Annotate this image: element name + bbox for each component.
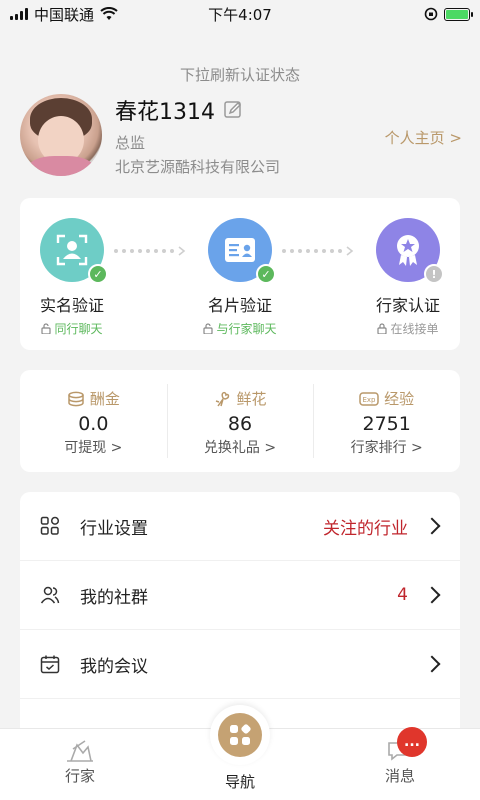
check-icon: ✓	[256, 264, 276, 284]
message-badge[interactable]: ...	[397, 727, 427, 757]
menu-label: 我的社群	[80, 587, 148, 608]
lock-icon	[377, 323, 388, 334]
svg-text:Exp: Exp	[363, 396, 377, 404]
calendar-icon	[40, 655, 60, 674]
stat-value: 0.0	[78, 413, 109, 435]
verify-label: 实名验证	[39, 296, 104, 315]
progress-arrow	[114, 246, 186, 256]
menu-value: 关注的行业	[323, 518, 408, 539]
personal-homepage-link[interactable]: 个人主页 >	[385, 127, 462, 148]
tab-experts[interactable]: 行家	[52, 737, 108, 786]
navigation-grid-icon	[230, 724, 251, 745]
community-icon	[40, 586, 60, 604]
stat-value: 2751	[362, 413, 411, 435]
tab-label: 行家	[64, 767, 95, 785]
tab-navigation-label[interactable]: 导航	[212, 771, 268, 792]
menu-industry-settings[interactable]: 行业设置 关注的行业	[20, 492, 460, 561]
flower-icon	[215, 391, 229, 406]
pending-icon: !	[424, 264, 444, 284]
stat-link[interactable]: 兑换礼品 >	[167, 437, 314, 457]
menu-label: 我的会议	[80, 656, 148, 677]
verification-card: ✓ 实名验证 同行聊天 ✓ 名片验证 与行家聊天 ! 行家认证 在线接单	[20, 198, 460, 350]
menu-my-community[interactable]: 我的社群 4	[20, 561, 460, 630]
verify-expert[interactable]: ! 行家认证 在线接单	[348, 218, 468, 337]
verify-label: 名片验证	[207, 296, 272, 315]
coins-icon	[68, 391, 84, 406]
signal-icon	[10, 8, 28, 20]
verify-sub: 同行聊天	[54, 322, 103, 336]
exp-icon: Exp	[359, 391, 379, 406]
tab-label: 消息	[384, 767, 415, 785]
bottom-tab-bar: 行家 导航 消息 ...	[0, 705, 480, 800]
progress-arrow	[282, 246, 354, 256]
avatar[interactable]	[20, 94, 102, 176]
battery-icon	[444, 7, 473, 21]
stats-card: 酬金 0.0 可提现 > 鲜花 86 兑换礼品 > Exp 经验 2751 行家…	[20, 370, 460, 472]
profile-name: 春花1314	[115, 100, 215, 125]
stat-label: 鲜花	[236, 390, 267, 408]
verify-sub: 与行家聊天	[216, 322, 277, 336]
expert-icon	[67, 740, 93, 762]
stat-experience[interactable]: Exp 经验 2751 行家排行 >	[313, 370, 460, 472]
stat-label: 酬金	[89, 390, 120, 408]
rotation-lock-icon	[424, 7, 438, 21]
unlock-icon	[203, 323, 214, 334]
grid-icon	[40, 516, 60, 535]
stat-link[interactable]: 可提现 >	[20, 437, 167, 457]
status-bar: 中国联通 下午4:07	[0, 0, 480, 28]
tab-navigation-button[interactable]	[210, 705, 270, 765]
carrier-label: 中国联通	[34, 5, 95, 24]
verify-sub: 在线接单	[390, 322, 439, 336]
chevron-right-icon	[423, 517, 441, 535]
profile-title: 总监	[115, 134, 146, 152]
wifi-icon	[100, 7, 118, 20]
stat-reward[interactable]: 酬金 0.0 可提现 >	[20, 370, 167, 472]
pull-refresh-hint: 下拉刷新认证状态	[179, 66, 300, 84]
business-card-icon: ✓	[208, 218, 276, 284]
stat-link[interactable]: 行家排行 >	[313, 437, 460, 457]
chevron-right-icon	[423, 655, 441, 673]
award-badge-icon: !	[376, 218, 444, 284]
unlock-icon	[41, 323, 52, 334]
user-id-icon: ✓	[40, 218, 108, 284]
verify-realname[interactable]: ✓ 实名验证 同行聊天	[12, 218, 132, 337]
check-icon: ✓	[88, 264, 108, 284]
verify-card[interactable]: ✓ 名片验证 与行家聊天	[180, 218, 300, 337]
stat-value: 86	[227, 413, 253, 435]
menu-list: 行业设置 关注的行业 我的社群 4 我的会议	[20, 492, 460, 732]
menu-label: 行业设置	[80, 518, 148, 539]
profile-header: 春花1314 总监 北京艺源酷科技有限公司 个人主页 >	[20, 94, 464, 180]
stat-flowers[interactable]: 鲜花 86 兑换礼品 >	[166, 370, 314, 472]
verify-label: 行家认证	[375, 296, 440, 315]
edit-icon[interactable]	[223, 100, 243, 120]
menu-value: 4	[397, 585, 408, 605]
menu-my-meetings[interactable]: 我的会议	[20, 630, 460, 699]
stat-label: 经验	[384, 390, 415, 408]
profile-company: 北京艺源酷科技有限公司	[115, 158, 281, 176]
chevron-right-icon	[423, 586, 441, 604]
